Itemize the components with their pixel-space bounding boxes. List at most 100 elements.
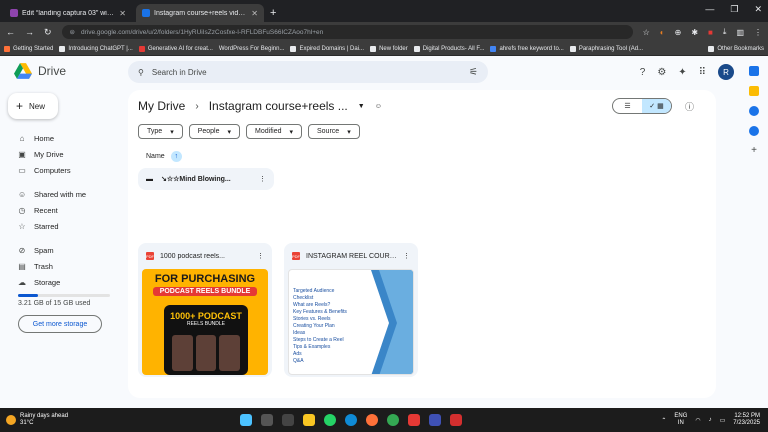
chrome-icon[interactable] — [387, 414, 399, 426]
avatar[interactable]: R — [718, 64, 734, 80]
get-more-storage-button[interactable]: Get more storage — [18, 315, 102, 333]
volume-icon[interactable]: ♪ — [709, 417, 712, 423]
sidebar-item-computers[interactable]: ▭ Computers — [10, 162, 122, 178]
filter-modified[interactable]: Modified ▾ — [246, 124, 302, 139]
app-icon[interactable] — [408, 414, 420, 426]
task-view-icon[interactable] — [282, 414, 294, 426]
extension-icon[interactable]: ◐ — [660, 28, 665, 37]
download-icon[interactable]: ⤓ — [723, 27, 727, 37]
help-icon[interactable]: ? — [640, 67, 646, 78]
filter-people[interactable]: People ▾ — [188, 124, 241, 139]
sidebar-item-starred[interactable]: ☆ Starred — [10, 218, 122, 234]
puzzle-icon[interactable]: ✱ — [691, 28, 698, 37]
whatsapp-icon[interactable] — [324, 414, 336, 426]
browser-tab-active[interactable]: Instagram course+reels videos ✕ — [136, 4, 264, 22]
tasks-icon[interactable] — [749, 106, 759, 116]
more-options-icon[interactable]: ⋮ — [257, 252, 264, 260]
bookmark-item[interactable]: Generative AI for creat... — [138, 45, 213, 52]
firefox-icon[interactable] — [366, 414, 378, 426]
maximize-icon[interactable]: ❐ — [730, 4, 738, 15]
start-icon[interactable] — [240, 414, 252, 426]
sort-arrow-up-icon[interactable]: ↑ — [170, 151, 182, 162]
language-code[interactable]: ENG — [674, 413, 687, 420]
minimize-icon[interactable]: — — [705, 4, 714, 15]
search-input[interactable]: ⚲ Search in Drive ⚟ — [128, 61, 488, 83]
top-right-actions: ? ⚙ ✦ ⠿ R — [640, 64, 734, 80]
bookmark-folder[interactable]: New folder — [370, 45, 408, 52]
site-info-icon[interactable]: ⊜ — [70, 28, 75, 36]
close-window-icon[interactable]: ✕ — [754, 4, 762, 15]
search-icon[interactable]: ⚲ — [138, 68, 144, 77]
sidebar-item-storage[interactable]: ☁ Storage — [10, 274, 122, 290]
sidepanel-icon[interactable]: ▥ — [736, 28, 744, 37]
search-options-icon[interactable]: ⚟ — [469, 67, 478, 78]
list-view-icon[interactable]: ☰ — [613, 99, 642, 113]
browser-tab[interactable]: Edit “landing captura 03” with El ✕ — [4, 4, 132, 22]
extension-icon[interactable]: ⊕ — [675, 28, 682, 37]
close-tab-icon[interactable]: ✕ — [119, 9, 126, 18]
share-people-icon[interactable]: ☺ — [375, 103, 382, 110]
menu-icon[interactable]: ⋮ — [754, 28, 762, 37]
sidebar-item-my-drive[interactable]: ▣ My Drive — [10, 146, 122, 162]
gemini-sparkle-icon[interactable]: ✦ — [678, 67, 686, 78]
bookmark-item[interactable]: Introducing ChatGPT |... — [59, 45, 133, 52]
bookmark-star-icon[interactable]: ☆ — [643, 28, 650, 37]
bookmark-folder[interactable]: Digital Products- All F... — [413, 45, 484, 52]
battery-icon[interactable]: ▭ — [720, 417, 726, 424]
new-tab-icon[interactable]: + — [270, 7, 276, 19]
settings-gear-icon[interactable]: ⚙ — [657, 67, 666, 78]
breadcrumb: My Drive › Instagram course+reels ... ▼ … — [138, 99, 382, 113]
apps-grid-icon[interactable]: ⠿ — [699, 67, 706, 78]
close-tab-icon[interactable]: ✕ — [251, 9, 258, 18]
bookmark-item[interactable]: Expired Domains | Dai... — [290, 45, 364, 52]
filter-source[interactable]: Source ▾ — [308, 124, 360, 139]
app-icon[interactable] — [429, 414, 441, 426]
browser-tab-strip: Edit “landing captura 03” with El ✕ Inst… — [0, 0, 768, 22]
keep-icon[interactable] — [749, 86, 759, 96]
tray-chevron-icon[interactable]: ⌃ — [661, 417, 666, 424]
back-icon[interactable]: ← — [6, 27, 15, 37]
breadcrumb-current-folder[interactable]: Instagram course+reels ... — [209, 99, 348, 113]
bookmark-item[interactable]: WordPress For Beginn... — [219, 46, 285, 52]
reload-icon[interactable]: ↻ — [44, 27, 52, 38]
other-bookmarks[interactable]: Other Bookmarks — [708, 45, 764, 52]
filter-type[interactable]: Type ▾ — [138, 124, 183, 139]
more-options-icon[interactable]: ⋮ — [403, 252, 410, 260]
bookmark-item[interactable]: Getting Started — [4, 45, 53, 52]
sidebar-item-trash[interactable]: ▤ Trash — [10, 258, 122, 274]
contacts-icon[interactable] — [749, 126, 759, 136]
extension-icon[interactable]: ■ — [708, 28, 713, 37]
folder-item[interactable]: ▬ ↘☆☆Mind Blowing... ⋮ — [138, 168, 274, 190]
app-icon[interactable] — [450, 414, 462, 426]
system-tray: ⌃ ENG IN ◠ ♪ ▭ 12:52 PM 7/23/2025 — [661, 413, 768, 427]
wifi-icon[interactable]: ◠ — [695, 417, 700, 424]
star-icon: ☆ — [18, 221, 26, 231]
address-bar[interactable]: ⊜ drive.google.com/drive/u/2/folders/1Hy… — [61, 25, 633, 39]
sort-label[interactable]: Name — [146, 153, 165, 160]
file-explorer-icon[interactable] — [303, 414, 315, 426]
forward-icon[interactable]: → — [25, 27, 34, 37]
new-button[interactable]: + New — [8, 93, 58, 119]
weather-widget[interactable]: Rainy days ahead 31°C — [0, 413, 150, 427]
more-options-icon[interactable]: ⋮ — [259, 175, 266, 183]
drive-logo[interactable]: Drive — [14, 63, 66, 79]
chevron-down-icon[interactable]: ▼ — [358, 103, 365, 110]
sidebar-item-recent[interactable]: ◷ Recent — [10, 202, 122, 218]
search-icon[interactable] — [261, 414, 273, 426]
edge-icon[interactable] — [345, 414, 357, 426]
sidebar-item-spam[interactable]: ⊘ Spam — [10, 242, 122, 258]
sidebar-item-home[interactable]: ⌂ Home — [10, 130, 122, 146]
bookmark-item[interactable]: ahrefs free keyword to... — [490, 45, 564, 52]
bookmark-item[interactable]: Paraphrasing Tool (Ad... — [569, 45, 643, 52]
breadcrumb-my-drive[interactable]: My Drive — [138, 99, 185, 113]
file-card[interactable]: PDF INSTAGRAM REEL COURS... ⋮ Targeted A… — [284, 243, 418, 377]
sidebar-item-shared-with-me[interactable]: ☺ Shared with me — [10, 186, 122, 202]
trash-icon: ▤ — [18, 261, 26, 271]
clock[interactable]: 12:52 PM 7/23/2025 — [733, 413, 760, 427]
add-addon-icon[interactable]: + — [749, 146, 759, 156]
grid-view-icon[interactable]: ✓ ▦ — [642, 99, 671, 113]
info-icon[interactable]: ⓘ — [685, 100, 694, 113]
sidebar-nav: ⌂ Home ▣ My Drive ▭ Computers ☺ Shared with … — [10, 130, 122, 333]
file-card[interactable]: PDF 1000 podcast reels... ⋮ FOR PURCHASI… — [138, 243, 272, 377]
calendar-icon[interactable] — [749, 66, 759, 76]
